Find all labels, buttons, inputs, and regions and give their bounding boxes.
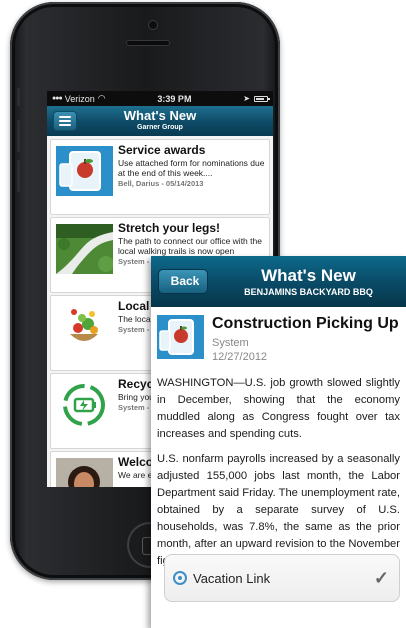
- detail-header-title: What's New: [261, 266, 356, 285]
- signal-icon: ●●●: [52, 95, 63, 102]
- article-body: WASHINGTON—U.S. job growth slowed slight…: [151, 365, 406, 570]
- location-icon: ➤: [243, 94, 250, 103]
- walking-trail-photo: [56, 224, 113, 274]
- article-header: Construction Picking Up System 12/27/201…: [151, 307, 406, 365]
- detail-header: Back What's New BENJAMINS BACKYARD BBQ: [151, 256, 406, 307]
- hamburger-icon: [59, 116, 71, 118]
- article-paragraph: U.S. nonfarm payrolls increased by a sea…: [157, 453, 400, 567]
- news-item-body: The path to connect our office with the …: [118, 236, 262, 256]
- detail-header-subtitle: BENJAMINS BACKYARD BBQ: [244, 287, 373, 297]
- news-item-body: Use attached form for nominations due at…: [118, 158, 265, 178]
- volume-up-button: [17, 120, 20, 152]
- status-bar: ●●● Verizon ◠ 3:39 PM ➤: [47, 91, 273, 106]
- app-subtitle: Garner Group: [137, 124, 183, 131]
- vacation-link-label: Vacation Link: [193, 570, 271, 586]
- tablet-phone-apple-icon: [56, 146, 113, 196]
- wifi-icon: ◠: [97, 93, 106, 103]
- carrier-label: Verizon: [64, 93, 95, 104]
- app-title: What's New: [123, 108, 197, 123]
- tablet-phone-apple-icon: [157, 315, 204, 359]
- woman-portrait-photo: [56, 458, 113, 487]
- news-item-meta: Bell, Darius - 05/14/2013: [118, 179, 204, 188]
- app-header: What's New Garner Group: [47, 106, 273, 136]
- recycle-battery-icon: [56, 380, 113, 430]
- mute-switch: [17, 88, 20, 106]
- news-item-title: Service awards: [118, 143, 206, 157]
- article-detail-panel: Back What's New BENJAMINS BACKYARD BBQ C…: [151, 256, 406, 628]
- news-item[interactable]: Service awards Use attached form for nom…: [50, 139, 270, 215]
- article-paragraph: WASHINGTON—U.S. job growth slowed slight…: [157, 377, 400, 440]
- front-camera: [149, 21, 157, 29]
- status-time: 3:39 PM: [157, 93, 192, 104]
- article-date: 12/27/2012: [212, 351, 268, 363]
- article-author: System: [212, 337, 249, 349]
- earpiece-speaker: [126, 40, 170, 46]
- link-target-icon: [173, 571, 187, 585]
- battery-icon: [253, 95, 270, 102]
- article-title: Construction Picking Up: [212, 315, 399, 332]
- volume-down-button: [17, 160, 20, 192]
- salad-bowl-photo: [56, 302, 113, 352]
- vacation-link-button[interactable]: Vacation Link ✓: [164, 554, 400, 602]
- checkmark-icon: ✓: [373, 567, 389, 588]
- back-button[interactable]: Back: [158, 269, 208, 294]
- menu-button[interactable]: [53, 111, 77, 131]
- news-item-title: Stretch your legs!: [118, 221, 221, 235]
